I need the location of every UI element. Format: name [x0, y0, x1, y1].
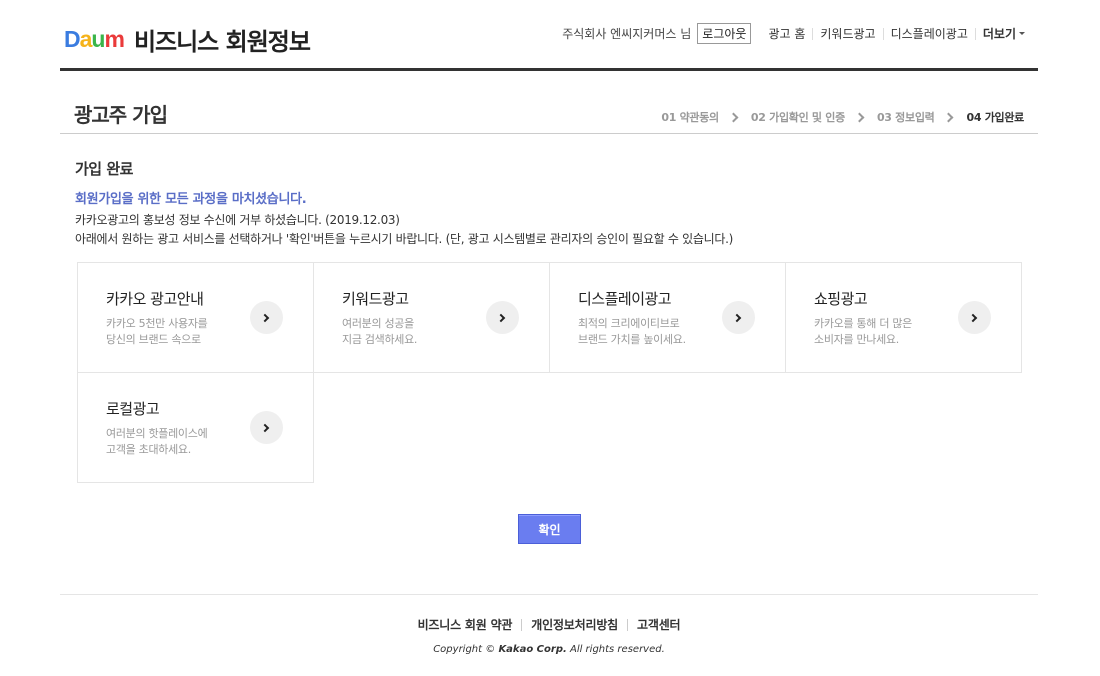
service-title: 비즈니스 회원정보: [133, 28, 311, 56]
global-nav: 주식회사 엔씨지커머스 님 로그아웃 광고 홈 키워드광고 디스플레이광고 더보…: [562, 23, 1032, 44]
section-title: 가입 완료: [75, 160, 133, 178]
arrow-right-button[interactable]: [486, 301, 519, 334]
footer-link-terms[interactable]: 비즈니스 회원 약관: [409, 619, 522, 631]
title-bar: 광고주 가입 01 약관동의 02 가입확인 및 인증 03 정보입력 04 가…: [60, 88, 1038, 134]
step-4: 04 가입완료: [966, 111, 1024, 124]
service-card-name: 키워드광고: [342, 290, 409, 308]
chevron-right-icon: [732, 313, 742, 322]
copyright-prefix: Copyright ©: [433, 644, 499, 655]
service-card-kakao-ad-guide[interactable]: 카카오 광고안내 카카오 5천만 사용자를 당신의 브랜드 속으로: [77, 262, 314, 373]
chevron-right-icon: [260, 423, 270, 432]
copyright-brand: Kakao Corp.: [498, 644, 567, 655]
nav-link-keyword-ad[interactable]: 키워드광고: [812, 27, 882, 40]
logo-letter: u: [91, 26, 105, 52]
service-card-shopping-ad[interactable]: 쇼핑광고 카카오를 통해 더 많은 소비자를 만나세요.: [785, 262, 1022, 373]
daum-logo[interactable]: Daum 비즈니스 회원정보: [64, 22, 311, 57]
user-name: 주식회사 엔씨지커머스 님: [562, 27, 692, 41]
arrow-right-button[interactable]: [958, 301, 991, 334]
complete-message: 회원가입을 위한 모든 과정을 마치셨습니다.: [75, 192, 307, 207]
service-card-desc-line: 카카오를 통해 더 많은: [814, 317, 912, 330]
service-card-name: 쇼핑광고: [814, 290, 868, 308]
service-card-desc-line: 브랜드 가치를 높이세요.: [578, 333, 686, 346]
chevron-right-icon: [260, 313, 270, 322]
nav-more-label: 더보기: [982, 26, 1016, 41]
service-card-desc-line: 당신의 브랜드 속으로: [106, 333, 201, 346]
service-card-desc-line: 여러분의 성공을: [342, 317, 414, 330]
service-card-desc-line: 최적의 크리에이티브로: [578, 317, 680, 330]
caret-down-icon: [1019, 32, 1025, 35]
step-3: 03 정보입력: [876, 111, 935, 124]
footer: 비즈니스 회원 약관 개인정보처리방침 고객센터 Copyright © Kak…: [60, 594, 1038, 676]
service-card-keyword-ad[interactable]: 키워드광고 여러분의 성공을 지금 검색하세요.: [313, 262, 550, 373]
chevron-right-icon: [728, 112, 739, 122]
nav-more-button[interactable]: 더보기: [974, 26, 1032, 41]
service-card-name: 로컬광고: [106, 400, 160, 418]
chevron-right-icon: [854, 112, 865, 122]
marketing-optout-notice: 카카오광고의 홍보성 정보 수신에 거부 하셨습니다. (2019.12.03): [75, 213, 400, 227]
service-card-display-ad[interactable]: 디스플레이광고 최적의 크리에이티브로 브랜드 가치를 높이세요.: [549, 262, 786, 373]
logout-button[interactable]: 로그아웃: [697, 23, 752, 44]
copyright: Copyright © Kakao Corp. All rights reser…: [60, 644, 1038, 655]
service-card-desc: 여러분의 성공을 지금 검색하세요.: [342, 316, 417, 348]
service-card-desc-line: 여러분의 핫플레이스에: [106, 427, 208, 440]
daum-logo-mark: Daum: [64, 26, 125, 52]
footer-link-privacy[interactable]: 개인정보처리방침: [521, 619, 627, 631]
nav-link-display-ad[interactable]: 디스플레이광고: [882, 27, 975, 40]
confirm-button[interactable]: 확인: [518, 514, 581, 544]
service-card-desc: 여러분의 핫플레이스에 고객을 초대하세요.: [106, 426, 208, 458]
nav-link-ad-home[interactable]: 광고 홈: [761, 28, 812, 40]
service-card-name: 디스플레이광고: [578, 290, 672, 308]
service-card-desc-line: 고객을 초대하세요.: [106, 443, 191, 456]
header: Daum 비즈니스 회원정보 주식회사 엔씨지커머스 님 로그아웃 광고 홈 키…: [60, 0, 1038, 71]
service-card-local-ad[interactable]: 로컬광고 여러분의 핫플레이스에 고객을 초대하세요.: [77, 372, 314, 483]
footer-links: 비즈니스 회원 약관 개인정보처리방침 고객센터: [60, 619, 1038, 631]
logo-letter: D: [64, 26, 81, 52]
logo-letter: a: [79, 26, 93, 52]
service-card-desc: 카카오 5천만 사용자를 당신의 브랜드 속으로: [106, 316, 208, 348]
chevron-right-icon: [944, 112, 954, 122]
service-select-guide: 아래에서 원하는 광고 서비스를 선택하거나 '확인'버튼을 누르시기 바랍니다…: [75, 232, 733, 246]
logo-letter: m: [104, 26, 124, 52]
service-card-name: 카카오 광고안내: [106, 290, 204, 308]
service-card-desc-line: 소비자를 만나세요.: [814, 333, 899, 346]
arrow-right-button[interactable]: [250, 411, 283, 444]
service-card-desc: 최적의 크리에이티브로 브랜드 가치를 높이세요.: [578, 316, 686, 348]
service-card-desc: 카카오를 통해 더 많은 소비자를 만나세요.: [814, 316, 912, 348]
step-2: 02 가입확인 및 인증: [750, 111, 845, 124]
step-1: 01 약관동의: [661, 111, 719, 124]
service-card-desc-line: 지금 검색하세요.: [342, 333, 418, 346]
chevron-right-icon: [968, 313, 978, 322]
arrow-right-button[interactable]: [250, 301, 283, 334]
footer-link-customer-center[interactable]: 고객센터: [627, 619, 689, 631]
service-card-desc-line: 카카오 5천만 사용자를: [106, 317, 208, 330]
step-indicator: 01 약관동의 02 가입확인 및 인증 03 정보입력 04 가입완료: [661, 109, 1024, 125]
arrow-right-button[interactable]: [722, 301, 755, 334]
copyright-suffix: All rights reserved.: [566, 644, 665, 655]
page-title: 광고주 가입: [74, 103, 168, 127]
chevron-right-icon: [496, 313, 506, 322]
